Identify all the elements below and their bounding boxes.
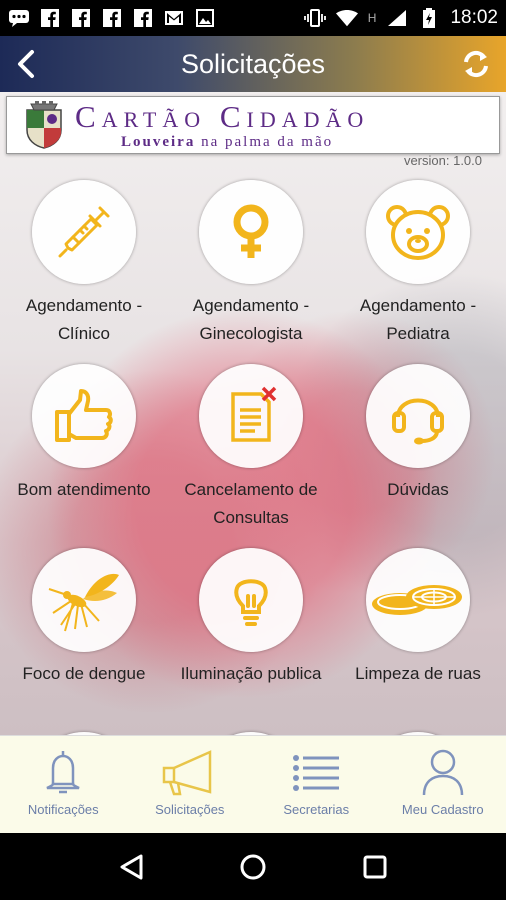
- user-icon: [422, 749, 463, 796]
- bottom-navigation: Notificações Solicitações Secretarias Me…: [0, 735, 506, 833]
- teddy-bear-icon: [386, 205, 450, 260]
- page-title: Solicitações: [180, 48, 326, 79]
- app-bar: Solicitações: [0, 36, 506, 92]
- banner-subtitle-city: Louveira: [121, 134, 196, 150]
- system-back-button[interactable]: [111, 847, 151, 887]
- service-bom-atendimento[interactable]: Bom atendimento: [0, 364, 168, 504]
- service-label: Agendamento - Ginecologista: [192, 296, 310, 343]
- service-agendamento-pediatra[interactable]: Agendamento - Pediatra: [334, 180, 502, 348]
- service-label: Limpeza de ruas: [355, 664, 481, 683]
- service-agendamento-ginecologista[interactable]: Agendamento - Ginecologista: [167, 180, 335, 348]
- system-indicators: H 18:02: [303, 7, 498, 29]
- service-foco-dengue[interactable]: Foco de dengue: [0, 548, 168, 688]
- louveira-crest-icon: [26, 101, 62, 149]
- facebook-icon: [70, 8, 92, 28]
- service-icon-circle: [199, 180, 303, 284]
- refresh-button[interactable]: [458, 46, 494, 82]
- facebook-icon: [101, 8, 123, 28]
- service-icon-circle: [366, 364, 470, 468]
- banner-subtitle: Louveira na palma da mão: [121, 134, 369, 150]
- facebook-icon: [39, 8, 61, 28]
- list-icon: [293, 755, 340, 791]
- signal-icon: [386, 8, 408, 28]
- female-symbol-icon: [233, 204, 269, 258]
- bell-icon: [46, 751, 80, 794]
- syringe-icon: [58, 206, 110, 258]
- back-arrow-icon: [18, 50, 34, 78]
- service-label: Iluminação publica: [180, 664, 322, 683]
- service-icon-circle: [32, 548, 136, 652]
- refresh-icon: [464, 50, 488, 78]
- facebook-icon: [132, 8, 154, 28]
- banner-subtitle-tagline: na palma da mão: [195, 134, 334, 150]
- notification-icons: [8, 8, 216, 28]
- system-recents-button[interactable]: [355, 847, 395, 887]
- cartao-cidadao-banner: Cartão Cidadão Louveira na palma da mão: [6, 96, 500, 154]
- home-circle-icon: [240, 854, 266, 879]
- service-limpeza-ruas[interactable]: Limpeza de ruas: [334, 548, 502, 688]
- lightbulb-icon: [234, 579, 268, 626]
- nav-secretarias[interactable]: Secretarias: [253, 736, 380, 833]
- service-label: Dúvidas: [387, 480, 449, 499]
- services-screen[interactable]: Cartão Cidadão Louveira na palma da mão …: [0, 92, 506, 735]
- service-label: Foco de dengue: [22, 664, 146, 683]
- service-label: Agendamento - Pediatra: [359, 296, 477, 343]
- image-icon: [194, 8, 216, 28]
- service-label: Bom atendimento: [17, 480, 151, 499]
- cancel-document-icon: [231, 386, 277, 442]
- recents-square-icon: [363, 855, 387, 878]
- service-icon-circle: [199, 548, 303, 652]
- nav-label: Solicitações: [155, 802, 225, 817]
- thumbs-up-icon: [55, 389, 113, 442]
- version-label: version: 1.0.0: [403, 153, 482, 168]
- network-type-label: H: [367, 11, 377, 25]
- nav-label: Meu Cadastro: [401, 802, 484, 817]
- message-icon: [8, 8, 30, 28]
- nav-label: Notificações: [27, 802, 99, 817]
- service-icon-circle: [199, 364, 303, 468]
- back-button[interactable]: [0, 36, 50, 92]
- nav-solicitacoes[interactable]: Solicitações: [127, 736, 254, 833]
- nav-meu-cadastro[interactable]: Meu Cadastro: [380, 736, 506, 833]
- service-icon-circle: [366, 180, 470, 284]
- service-cancelamento-consultas[interactable]: Cancelamento de Consultas: [167, 364, 335, 532]
- headset-icon: [392, 398, 444, 445]
- battery-icon: [418, 8, 440, 28]
- service-agendamento-clinico[interactable]: Agendamento - Clínico: [0, 180, 168, 348]
- manhole-icon: [372, 585, 462, 615]
- service-icon-circle: [32, 180, 136, 284]
- system-home-button[interactable]: [233, 847, 273, 887]
- nav-label: Secretarias: [283, 802, 350, 817]
- service-iluminacao-publica[interactable]: Iluminação publica: [167, 548, 335, 688]
- service-icon-circle: [32, 364, 136, 468]
- status-bar: H 18:02: [0, 0, 506, 36]
- mosquito-icon: [48, 573, 119, 632]
- clock: 18:02: [450, 7, 498, 28]
- service-icon-circle: [366, 548, 470, 652]
- back-triangle-icon: [120, 854, 143, 879]
- service-label: Cancelamento de Consultas: [184, 480, 318, 527]
- nav-notificacoes[interactable]: Notificações: [0, 736, 127, 833]
- wifi-icon: [335, 8, 358, 28]
- banner-title: Cartão Cidadão: [75, 99, 370, 134]
- gmail-icon: [163, 8, 185, 28]
- service-duvidas[interactable]: Dúvidas: [334, 364, 502, 504]
- megaphone-icon: [162, 750, 211, 796]
- service-label: Agendamento - Clínico: [25, 296, 143, 343]
- system-navigation-bar: [0, 833, 506, 900]
- vibrate-icon: [303, 8, 326, 28]
